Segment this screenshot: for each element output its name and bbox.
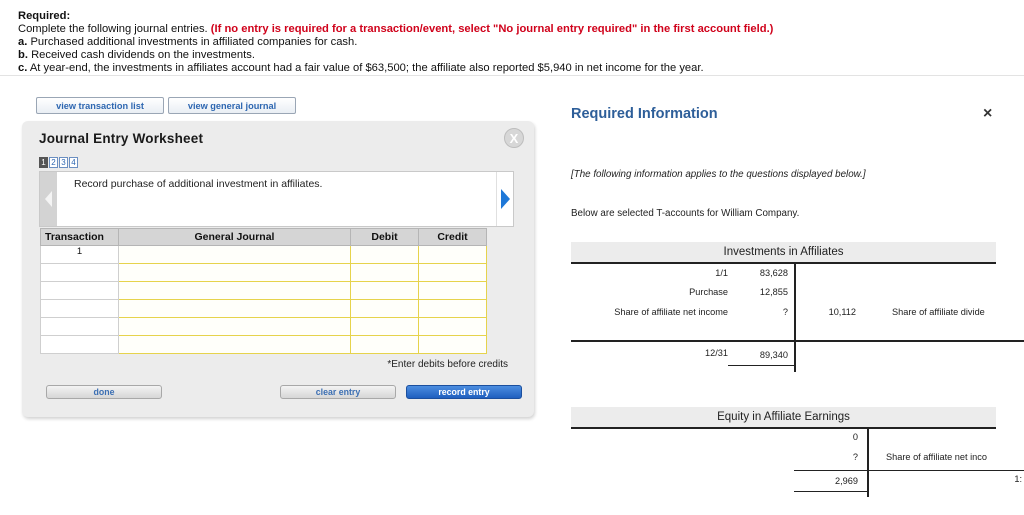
table-row bbox=[40, 335, 487, 354]
journal-entry-table: Transaction General Journal Debit Credit… bbox=[40, 228, 487, 354]
debit-input[interactable] bbox=[350, 245, 419, 264]
equity-total-underline bbox=[794, 491, 868, 492]
view-transaction-list-button[interactable]: view transaction list bbox=[36, 97, 164, 114]
equity-credit-label-2: Share of affiliate net inco bbox=[886, 452, 987, 462]
transaction-cell bbox=[40, 263, 119, 282]
worksheet-pagination: 1 2 3 4 bbox=[39, 157, 78, 168]
instructions-hint: (If no entry is required for a transacti… bbox=[210, 23, 774, 35]
applies-note: [The following information applies to th… bbox=[571, 169, 866, 180]
equity-total-line bbox=[794, 470, 1024, 471]
inv-debit-value-3: ? bbox=[782, 307, 788, 317]
inv-credit-value: 10,112 bbox=[828, 307, 856, 317]
enter-debits-note: *Enter debits before credits bbox=[387, 359, 508, 370]
transaction-cell bbox=[40, 281, 119, 300]
debit-input[interactable] bbox=[350, 299, 419, 318]
account-input[interactable] bbox=[118, 335, 351, 354]
instruction-item-b: b. Received cash dividends on the invest… bbox=[18, 49, 255, 61]
account-input[interactable] bbox=[118, 317, 351, 336]
account-input[interactable] bbox=[118, 245, 351, 264]
worksheet-close-icon[interactable]: X bbox=[504, 128, 524, 148]
account-input[interactable] bbox=[118, 263, 351, 282]
table-row: 1 bbox=[40, 245, 487, 264]
table-row bbox=[40, 281, 487, 300]
equity-right-partial: 1: bbox=[1014, 474, 1022, 484]
close-icon[interactable]: × bbox=[983, 105, 992, 123]
transaction-cell: 1 bbox=[40, 245, 119, 264]
column-header-debit: Debit bbox=[350, 228, 419, 246]
instructions-intro: Complete the following journal entries. … bbox=[18, 23, 774, 35]
inv-balance-value: 89,340 bbox=[759, 350, 788, 360]
credit-input[interactable] bbox=[418, 299, 487, 318]
equity-t-account-top-line bbox=[571, 427, 996, 429]
column-header-general-journal: General Journal bbox=[118, 228, 351, 246]
inv-balance-label: 12/31 bbox=[705, 348, 728, 358]
column-header-transaction: Transaction bbox=[40, 228, 119, 246]
record-instruction-box: Record purchase of additional investment… bbox=[39, 171, 514, 227]
equity-t-account-divider bbox=[867, 427, 869, 497]
worksheet-title: Journal Entry Worksheet bbox=[39, 131, 204, 146]
clear-entry-button[interactable]: clear entry bbox=[280, 385, 396, 399]
credit-input[interactable] bbox=[418, 263, 487, 282]
debit-input[interactable] bbox=[350, 317, 419, 336]
table-row bbox=[40, 317, 487, 336]
account-input[interactable] bbox=[118, 281, 351, 300]
journal-entry-worksheet: Journal Entry Worksheet X 1 2 3 4 Record… bbox=[22, 121, 534, 417]
t-account-top-line bbox=[571, 262, 996, 264]
equity-credit-value-2: ? bbox=[852, 452, 858, 462]
inv-debit-value-2: 12,855 bbox=[759, 287, 788, 297]
inv-debit-label-2: Purchase bbox=[689, 287, 728, 297]
section-divider bbox=[0, 75, 1024, 76]
page-2-button[interactable]: 2 bbox=[49, 157, 58, 168]
instructions: Required: Complete the following journal… bbox=[18, 10, 1018, 75]
debit-input[interactable] bbox=[350, 263, 419, 282]
instruction-item-c: c. At year-end, the investments in affil… bbox=[18, 62, 704, 74]
balance-underline bbox=[728, 365, 794, 366]
credit-input[interactable] bbox=[418, 281, 487, 300]
inv-credit-label: Share of affiliate divide bbox=[892, 307, 985, 317]
record-instruction-text: Record purchase of additional investment… bbox=[74, 178, 323, 190]
previous-arrow-icon[interactable] bbox=[40, 172, 57, 226]
account-input[interactable] bbox=[118, 299, 351, 318]
inv-debit-label-3: Share of affiliate net income bbox=[614, 307, 728, 317]
transaction-cell bbox=[40, 335, 119, 354]
column-header-credit: Credit bbox=[418, 228, 487, 246]
next-arrow-icon[interactable] bbox=[496, 172, 513, 226]
table-row bbox=[40, 263, 487, 282]
t-accounts-intro: Below are selected T-accounts for Willia… bbox=[571, 208, 800, 219]
t-account-balance-line bbox=[571, 340, 1024, 342]
t-account-divider bbox=[794, 262, 796, 372]
debit-input[interactable] bbox=[350, 281, 419, 300]
page-1-button[interactable]: 1 bbox=[39, 157, 48, 168]
page-3-button[interactable]: 3 bbox=[59, 157, 68, 168]
equity-credit-value-1: 0 bbox=[852, 432, 858, 442]
credit-input[interactable] bbox=[418, 335, 487, 354]
inv-debit-value-1: 83,628 bbox=[759, 268, 788, 278]
required-label: Required: bbox=[18, 10, 71, 22]
debit-input[interactable] bbox=[350, 335, 419, 354]
table-row bbox=[40, 299, 487, 318]
credit-input[interactable] bbox=[418, 245, 487, 264]
transaction-cell bbox=[40, 299, 119, 318]
investments-t-account-title: Investments in Affiliates bbox=[571, 242, 996, 262]
record-entry-button[interactable]: record entry bbox=[406, 385, 522, 399]
instruction-item-a: a. Purchased additional investments in a… bbox=[18, 36, 358, 48]
transaction-cell bbox=[40, 317, 119, 336]
required-information-title: Required Information bbox=[571, 106, 718, 122]
equity-debit-total: 2,969 bbox=[835, 476, 858, 486]
done-button[interactable]: done bbox=[46, 385, 162, 399]
inv-debit-label-1: 1/1 bbox=[715, 268, 728, 278]
credit-input[interactable] bbox=[418, 317, 487, 336]
equity-t-account-title: Equity in Affiliate Earnings bbox=[571, 407, 996, 427]
view-general-journal-button[interactable]: view general journal bbox=[168, 97, 296, 114]
page-4-button[interactable]: 4 bbox=[69, 157, 78, 168]
